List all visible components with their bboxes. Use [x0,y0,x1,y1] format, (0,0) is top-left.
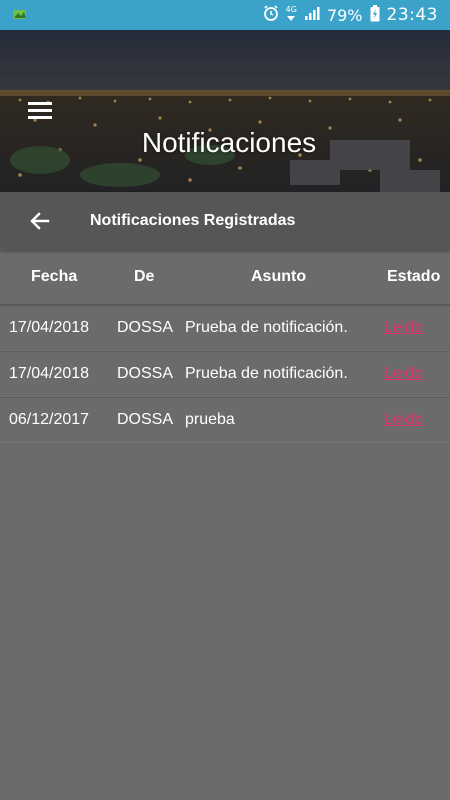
table-header: Fecha De Asunto Estado [0,250,450,305]
notifications-table: Fecha De Asunto Estado 17/04/2018 DOSSA … [0,250,450,443]
table-row: 06/12/2017 DOSSA prueba Leido [0,397,450,443]
signal-icon [304,6,320,24]
hamburger-menu-icon[interactable] [28,102,52,120]
table-row: 17/04/2018 DOSSA Prueba de notificación.… [0,305,450,351]
alarm-icon [263,5,279,25]
page-title: Notificaciones [141,127,317,158]
status-link[interactable]: Leido [384,411,423,429]
back-arrow-icon[interactable] [28,209,52,233]
cell-asunto: Prueba de notificación. [185,319,348,336]
column-header-estado: Estado [387,268,441,285]
clock: 23:43 [386,5,438,25]
table-row: 17/04/2018 DOSSA Prueba de notificación.… [0,351,450,397]
status-link[interactable]: Leido [384,365,423,383]
cell-de: DOSSA [117,365,174,382]
cell-asunto: Prueba de notificación. [185,365,348,382]
header-banner: Notificaciones [0,30,450,192]
battery-charging-icon [370,4,380,26]
notification-icon [12,6,28,24]
toolbar-title: Notificaciones Registradas [90,212,296,229]
status-link[interactable]: Leido [384,319,423,337]
cell-fecha: 17/04/2018 [9,365,90,382]
status-bar: 4G 79% 23:43 [0,0,450,30]
network-type-indicator: 4G [286,6,297,24]
cell-fecha: 06/12/2017 [9,411,90,428]
city-night-background-image [0,30,450,192]
cell-asunto: prueba [185,411,235,428]
column-header-asunto: Asunto [251,268,307,285]
column-header-fecha: Fecha [31,268,78,285]
column-header-de: De [134,268,155,285]
cell-de: DOSSA [117,319,174,336]
battery-percent: 79% [326,5,363,25]
cell-de: DOSSA [117,411,174,428]
cell-fecha: 17/04/2018 [9,319,90,336]
toolbar: Notificaciones Registradas [0,192,450,250]
